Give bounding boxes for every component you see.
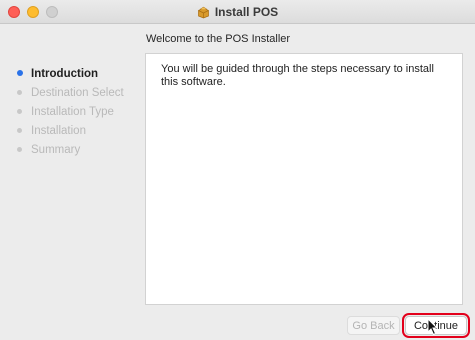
sidebar-step-installation-type: Installation Type	[0, 102, 140, 121]
step-bullet-icon	[17, 128, 22, 133]
sidebar-step-installation: Installation	[0, 121, 140, 140]
sidebar-step-summary: Summary	[0, 140, 140, 159]
title-bar[interactable]: Install POS	[0, 0, 475, 24]
window-title-group: Install POS	[0, 0, 475, 24]
sidebar-step-destination-select: Destination Select	[0, 83, 140, 102]
go-back-button[interactable]: Go Back	[347, 316, 400, 335]
step-label: Destination Select	[31, 86, 124, 99]
mouse-pointer-icon	[427, 318, 439, 336]
step-bullet-icon	[17, 70, 23, 76]
step-bullet-icon	[17, 90, 22, 95]
step-label: Summary	[31, 143, 81, 156]
step-bullet-icon	[17, 147, 22, 152]
steps-sidebar: Introduction Destination Select Installa…	[0, 64, 140, 159]
welcome-message: You will be guided through the steps nec…	[161, 63, 434, 88]
installer-subtitle: Welcome to the POS Installer	[146, 33, 291, 45]
step-label: Introduction	[31, 67, 99, 80]
sidebar-step-introduction: Introduction	[0, 64, 140, 83]
window-title: Install POS	[214, 5, 279, 19]
step-label: Installation Type	[31, 105, 114, 118]
installer-window: Install POS Welcome to the POS Installer…	[0, 0, 475, 340]
content-pane[interactable]: You will be guided through the steps nec…	[145, 53, 463, 305]
step-bullet-icon	[17, 109, 22, 114]
package-icon	[197, 6, 209, 18]
step-label: Installation	[31, 124, 86, 137]
